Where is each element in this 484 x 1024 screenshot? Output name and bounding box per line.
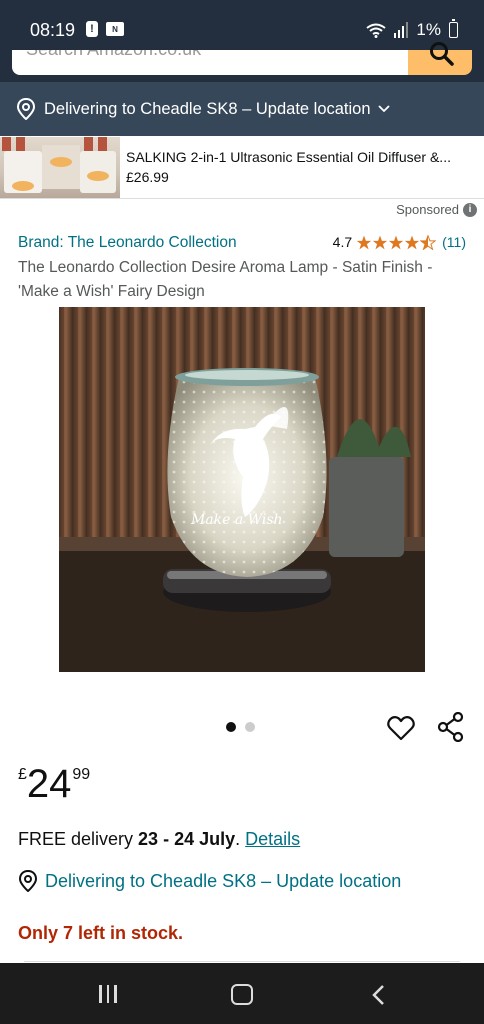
alert-icon: ! <box>86 21 98 37</box>
rating-value: 4.7 <box>332 234 353 250</box>
product-title: The Leonardo Collection Desire Aroma Lam… <box>18 259 433 300</box>
status-time: 08:19 <box>30 20 76 40</box>
price-fraction: 99 <box>72 766 91 783</box>
share-icon[interactable] <box>437 712 465 742</box>
home-icon[interactable] <box>231 984 253 1005</box>
carousel-dots[interactable] <box>226 722 255 732</box>
rating-row[interactable]: 4.7 (11) <box>333 234 466 250</box>
heart-icon[interactable] <box>387 715 415 741</box>
rating-count: (11) <box>442 234 466 250</box>
deliver-to-text: Delivering to Cheadle SK8 – Update locat… <box>45 870 402 891</box>
star-rating <box>356 234 437 250</box>
status-bar: 08:19 ! N 1% <box>0 0 484 50</box>
recent-apps-icon[interactable] <box>99 985 117 1003</box>
search-placeholder: Search Amazon.co.uk <box>26 50 201 59</box>
star-icon <box>372 235 388 249</box>
aroma-lamp-photo: Make a Wish <box>59 307 425 672</box>
star-icon <box>404 235 420 249</box>
delivery-dates: 23 - 24 July <box>138 829 236 849</box>
carousel-dot[interactable] <box>245 722 255 732</box>
sponsored-text: Sponsored <box>396 202 459 217</box>
signal-icon <box>394 22 409 38</box>
back-icon[interactable] <box>371 984 387 1006</box>
nfc-icon: N <box>106 22 124 36</box>
status-notification-icons: ! N <box>86 21 124 37</box>
chevron-down-icon <box>377 105 390 113</box>
info-icon[interactable]: i <box>463 202 477 217</box>
ad-title[interactable]: SALKING 2-in-1 Ultrasonic Essential Oil … <box>126 149 451 165</box>
search-area: Search Amazon.co.uk <box>0 42 484 82</box>
sponsored-label[interactable]: Sponsored i <box>396 202 477 217</box>
search-icon <box>430 42 454 66</box>
status-right: 1% <box>366 19 458 40</box>
product-price: £ 24 99 <box>18 760 90 804</box>
stock-status: Only 7 left in stock. <box>18 923 184 943</box>
sponsored-ad[interactable]: SALKING 2-in-1 Ultrasonic Essential Oil … <box>0 137 484 199</box>
system-nav-bar <box>0 963 484 1024</box>
price-symbol: £ <box>18 766 27 783</box>
star-icon <box>356 235 372 249</box>
location-pin-icon <box>16 98 36 120</box>
star-icon <box>388 235 404 249</box>
search-button[interactable] <box>408 42 472 75</box>
ad-product-image <box>0 137 120 198</box>
location-bar[interactable]: Delivering to Cheadle SK8 – Update locat… <box>0 82 484 136</box>
battery-icon <box>449 19 458 38</box>
lamp-inscription: Make a Wish <box>190 512 283 528</box>
location-text: Delivering to Cheadle SK8 – Update locat… <box>44 99 371 118</box>
price-whole: 24 <box>26 762 72 806</box>
ad-price: £26.99 <box>126 169 169 185</box>
wifi-icon <box>366 23 387 38</box>
details-link[interactable]: Details <box>245 829 300 849</box>
delivery-period: . <box>235 829 241 849</box>
divider <box>24 961 460 962</box>
carousel-dot[interactable] <box>226 722 236 732</box>
product-image[interactable]: Make a Wish <box>59 307 425 672</box>
search-input[interactable]: Search Amazon.co.uk <box>12 50 410 75</box>
deliver-to-link[interactable]: Delivering to Cheadle SK8 – Update locat… <box>18 870 401 892</box>
delivery-info: FREE delivery 23 - 24 July. Details <box>18 829 300 850</box>
delivery-prefix: FREE delivery <box>18 829 134 849</box>
location-pin-icon <box>18 870 38 892</box>
battery-percent: 1% <box>416 20 441 39</box>
half-star-icon <box>420 234 437 250</box>
brand-link[interactable]: Brand: The Leonardo Collection <box>18 234 237 252</box>
